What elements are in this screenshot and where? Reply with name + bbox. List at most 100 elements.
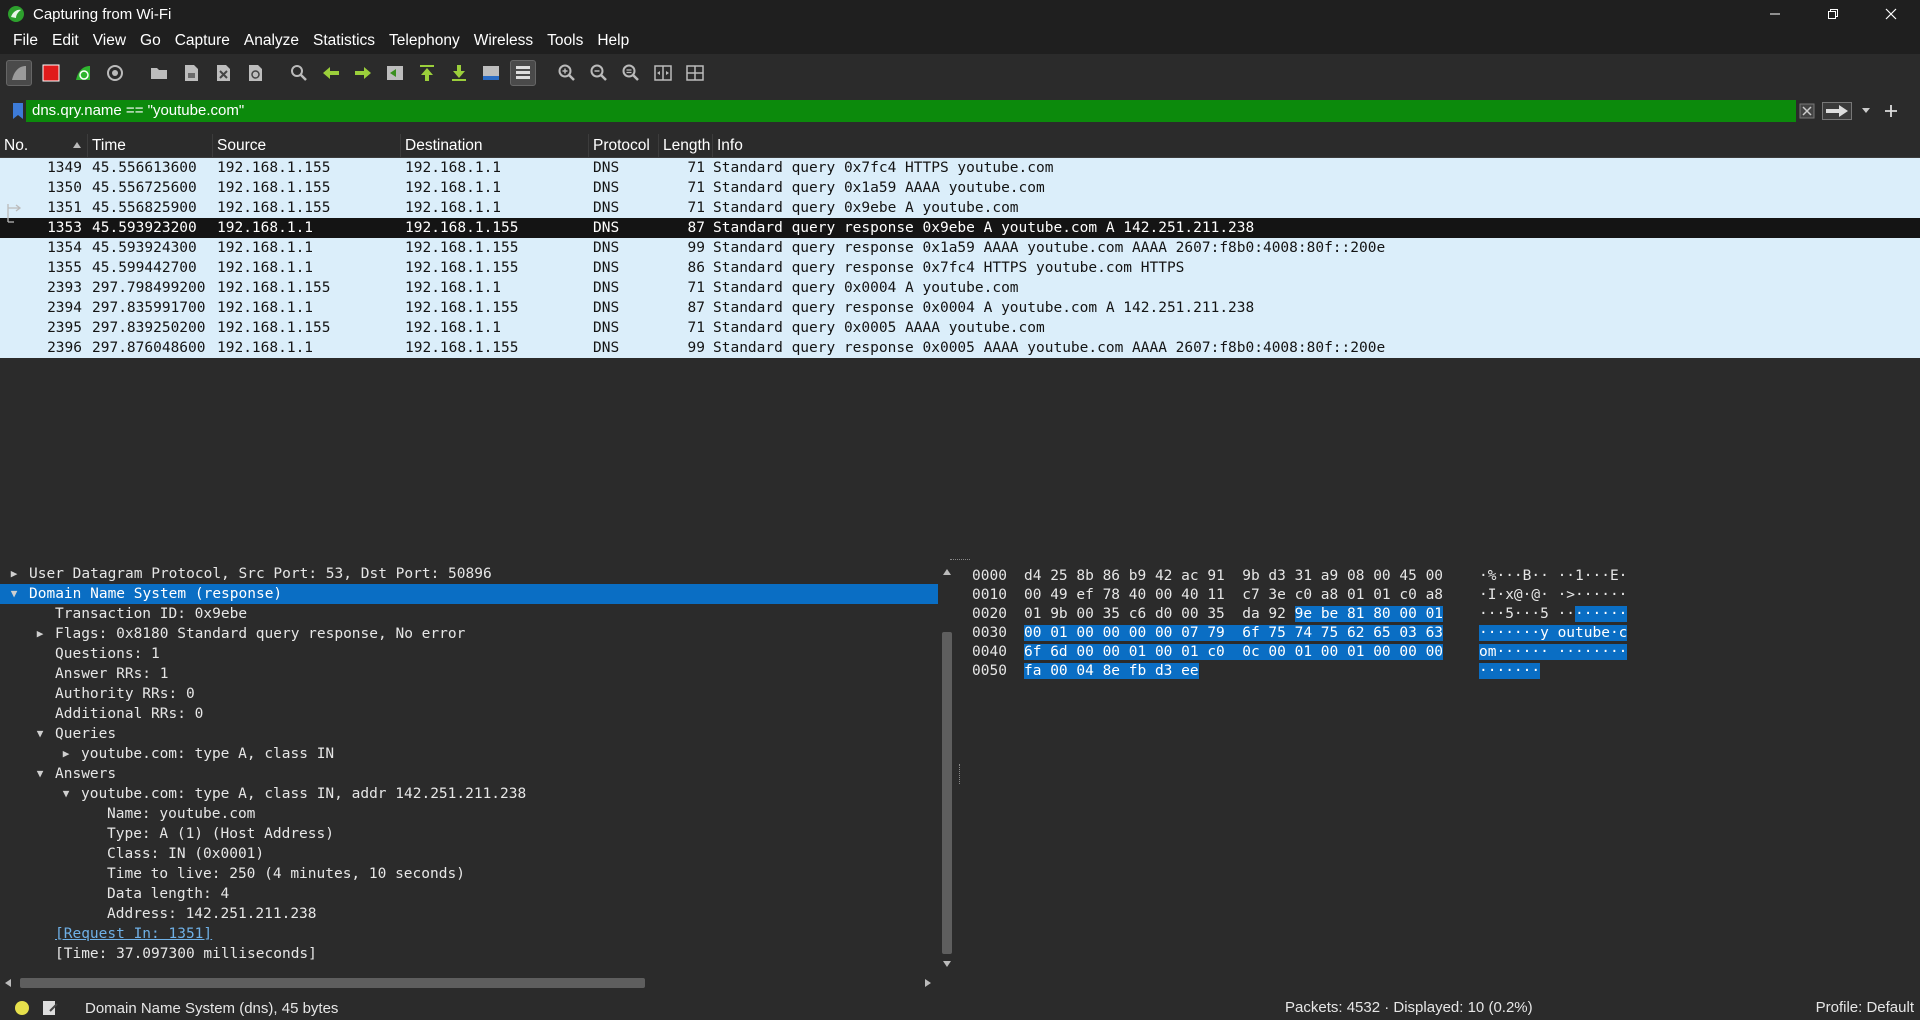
detail-tree-item[interactable]: ▶ User Datagram Protocol, Src Port: 53, D… <box>0 564 938 584</box>
start-capture-button[interactable] <box>6 60 32 86</box>
pane-splitter[interactable] <box>0 556 1920 564</box>
hex-bytes[interactable]: 00 01 00 00 00 00 07 79 6f 75 74 75 62 6… <box>1024 624 1444 643</box>
go-forward-button[interactable] <box>350 60 376 86</box>
find-packet-button[interactable] <box>286 60 312 86</box>
menu-file[interactable]: File <box>6 29 45 53</box>
expand-arrow-icon[interactable]: ▼ <box>8 584 20 604</box>
detail-tree-item[interactable]: Authority RRs: 0 <box>0 684 938 704</box>
add-filter-button-plus[interactable] <box>1878 100 1904 122</box>
menu-analyze[interactable]: Analyze <box>237 29 306 53</box>
packet-row[interactable]: 2395 297.839250200 192.168.1.155 192.168.1.… <box>0 318 1920 338</box>
packet-row[interactable]: 1350 45.556725600 192.168.1.155 192.168.1.1… <box>0 178 1920 198</box>
detail-tree-item[interactable]: Class: IN (0x0001) <box>0 844 938 864</box>
packet-row[interactable]: 1353 45.593923200 192.168.1.1 192.168.1.155… <box>0 218 1920 238</box>
collapse-arrow-icon[interactable]: ▶ <box>8 564 20 584</box>
column-header-time[interactable]: Time <box>88 133 213 158</box>
scroll-thumb[interactable] <box>20 978 645 988</box>
auto-scroll-button[interactable] <box>478 60 504 86</box>
display-filter-input[interactable]: dns.qry.name == "youtube.com" <box>26 100 1796 122</box>
hex-bytes[interactable]: fa 00 04 8e fb d3 ee <box>1024 662 1199 681</box>
packet-row[interactable]: 1349 45.556613600 192.168.1.155 192.168.1.1… <box>0 158 1920 178</box>
detail-tree-item[interactable]: ▼ Queries <box>0 724 938 744</box>
layout-button[interactable] <box>682 60 708 86</box>
collapse-arrow-icon[interactable]: ▶ <box>60 744 72 764</box>
column-header-length[interactable]: Length <box>659 133 713 158</box>
go-back-button[interactable] <box>318 60 344 86</box>
go-to-packet-button[interactable] <box>382 60 408 86</box>
detail-tree-item[interactable]: Answer RRs: 1 <box>0 664 938 684</box>
ascii-bytes[interactable]: ·I·x@·@· ·>······ <box>1479 586 1627 605</box>
request-in-link[interactable]: [Request In: 1351] <box>55 924 212 944</box>
expand-arrow-icon[interactable]: ▼ <box>60 784 72 804</box>
packet-row[interactable]: 1351 45.556825900 192.168.1.155 192.168.1.1… <box>0 198 1920 218</box>
detail-tree-item[interactable]: Questions: 1 <box>0 644 938 664</box>
go-last-button[interactable] <box>446 60 472 86</box>
collapse-arrow-icon[interactable]: ▶ <box>34 624 46 644</box>
scroll-thumb[interactable] <box>942 632 952 954</box>
column-header-info[interactable]: Info <box>713 134 1920 158</box>
profile-selector[interactable]: Profile: Default <box>1816 996 1914 1020</box>
close-button[interactable] <box>1862 0 1920 28</box>
column-header-destination[interactable]: Destination <box>401 133 589 158</box>
packet-row[interactable]: 1355 45.599442700 192.168.1.1 192.168.1.155… <box>0 258 1920 278</box>
detail-tree-item[interactable]: ▼ Answers <box>0 764 938 784</box>
packet-row[interactable]: 1354 45.593924300 192.168.1.1 192.168.1.155… <box>0 238 1920 258</box>
save-file-button[interactable] <box>178 60 204 86</box>
detail-tree-item[interactable]: Time to live: 250 (4 minutes, 10 seconds… <box>0 864 938 884</box>
detail-tree-item[interactable]: Type: A (1) (Host Address) <box>0 824 938 844</box>
go-first-button[interactable] <box>414 60 440 86</box>
menu-help[interactable]: Help <box>590 29 636 53</box>
detail-tree-item[interactable]: Name: youtube.com <box>0 804 938 824</box>
menu-tools[interactable]: Tools <box>540 29 590 53</box>
expert-info-icon[interactable] <box>15 1001 29 1015</box>
capture-comment-icon[interactable] <box>41 999 59 1017</box>
reload-file-button[interactable] <box>242 60 268 86</box>
capture-options-button[interactable] <box>102 60 128 86</box>
menu-statistics[interactable]: Statistics <box>306 29 382 53</box>
hex-bytes[interactable]: 00 49 ef 78 40 00 40 11 c7 3e c0 a8 01 0… <box>1024 586 1443 605</box>
packet-row[interactable]: 2393 297.798499200 192.168.1.155 192.168.1.… <box>0 278 1920 298</box>
detail-tree-item[interactable]: Transaction ID: 0x9ebe <box>0 604 938 624</box>
hex-bytes[interactable]: 6f 6d 00 00 01 00 01 c0 0c 00 01 00 01 0… <box>1024 643 1444 662</box>
packet-row[interactable]: 2394 297.835991700 192.168.1.1 192.168.1.15… <box>0 298 1920 318</box>
detail-tree-item[interactable]: ▶ youtube.com: type A, class IN <box>0 744 938 764</box>
restore-button[interactable] <box>1804 0 1862 28</box>
menu-edit[interactable]: Edit <box>45 29 86 53</box>
detail-tree-item[interactable]: [Time: 37.097300 milliseconds] <box>0 944 938 964</box>
details-vertical-scrollbar[interactable] <box>938 564 956 974</box>
detail-tree-item[interactable]: Data length: 4 <box>0 884 938 904</box>
minimize-button[interactable] <box>1746 0 1804 28</box>
packet-row[interactable]: 2396 297.876048600 192.168.1.1 192.168.1.15… <box>0 338 1920 358</box>
detail-tree-item[interactable]: [Request In: 1351] <box>0 924 938 944</box>
menu-capture[interactable]: Capture <box>168 29 237 53</box>
ascii-bytes[interactable]: ·······y outube·c <box>1479 624 1628 643</box>
expand-arrow-icon[interactable]: ▼ <box>34 724 46 744</box>
menu-wireless[interactable]: Wireless <box>467 29 540 53</box>
details-horizontal-scrollbar[interactable] <box>0 974 938 990</box>
ascii-bytes[interactable]: om······ ········ <box>1479 643 1628 662</box>
detail-tree-item[interactable]: ▼ Domain Name System (response) <box>0 584 938 604</box>
column-header-no[interactable]: No. <box>0 133 88 158</box>
menu-go[interactable]: Go <box>133 29 168 53</box>
hex-bytes[interactable]: 01 9b 00 35 c6 d0 00 35 da 92 9e be 81 8… <box>1024 605 1444 624</box>
colorize-button[interactable] <box>510 60 536 86</box>
column-header-source[interactable]: Source <box>213 133 401 158</box>
stop-capture-button[interactable] <box>38 60 64 86</box>
filter-history-dropdown[interactable] <box>1856 100 1876 122</box>
normal-size-button[interactable] <box>618 60 644 86</box>
resize-columns-button[interactable] <box>650 60 676 86</box>
expand-arrow-icon[interactable]: ▼ <box>34 764 46 784</box>
zoom-in-button[interactable] <box>554 60 580 86</box>
open-file-button[interactable] <box>146 60 172 86</box>
clear-filter-button[interactable] <box>1797 100 1817 122</box>
detail-tree-item[interactable]: ▼ youtube.com: type A, class IN, addr 142… <box>0 784 938 804</box>
close-file-button[interactable] <box>210 60 236 86</box>
apply-filter-button[interactable] <box>1820 100 1854 122</box>
detail-tree-item[interactable]: Additional RRs: 0 <box>0 704 938 724</box>
detail-tree-item[interactable]: Address: 142.251.211.238 <box>0 904 938 924</box>
zoom-out-button[interactable] <box>586 60 612 86</box>
detail-tree-item[interactable]: ▶ Flags: 0x8180 Standard query response, … <box>0 624 938 644</box>
ascii-bytes[interactable]: ···5···5 ········ <box>1479 605 1628 624</box>
ascii-bytes[interactable]: ······· <box>1479 662 1541 681</box>
menu-view[interactable]: View <box>86 29 133 53</box>
